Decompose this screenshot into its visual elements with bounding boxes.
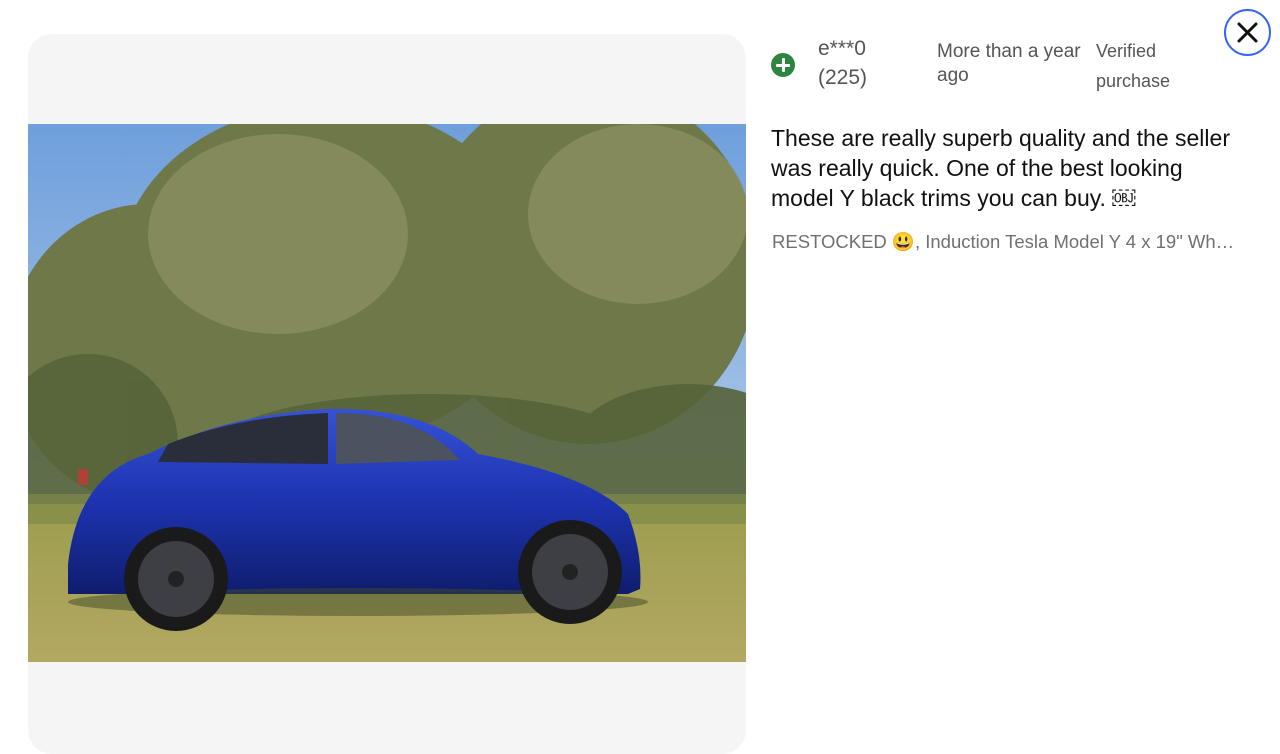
close-icon [1237,22,1258,43]
reviewer-name: e***0 [818,37,866,60]
media-panel [28,34,746,754]
plus-circle-icon [771,53,795,77]
reviewer-info: e***0 (225) [818,34,867,92]
review-photo[interactable] [28,124,746,662]
close-button[interactable] [1224,9,1271,56]
review-time: More than a year ago [937,41,1081,86]
verified-purchase-label: Verified purchase [1096,41,1171,91]
feedback-score: (225) [818,66,868,89]
review-panel: e***0 (225) More than a year ago Verifie… [770,0,1270,733]
review-text: These are really superb quality and the … [771,125,1230,211]
item-title-link[interactable]: RESTOCKED 😃, Induction Tesla Model Y 4 x… [772,228,1242,256]
review-photo-image [28,124,746,662]
